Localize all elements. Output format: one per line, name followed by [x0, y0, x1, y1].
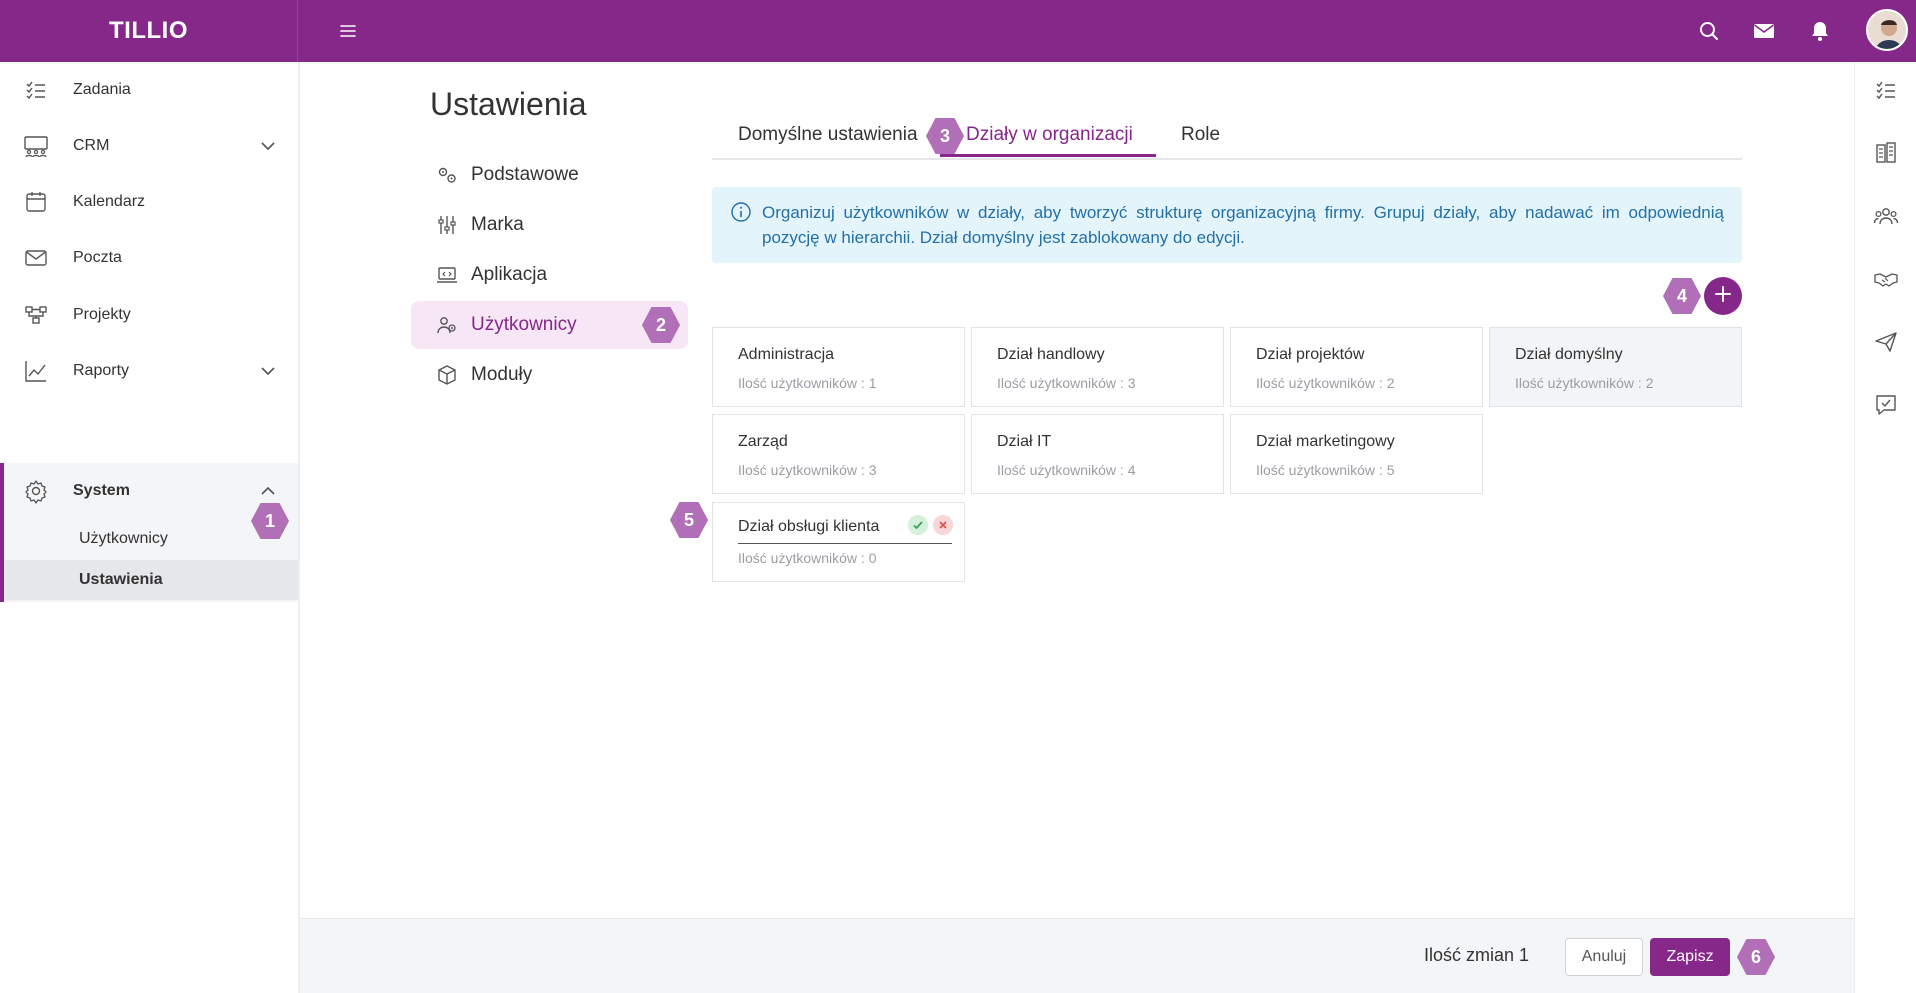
sidebar-item-kalendarz[interactable]: Kalendarz: [0, 174, 298, 230]
close-icon[interactable]: [933, 515, 953, 535]
step-badge: 5: [670, 502, 708, 538]
menu-icon[interactable]: [336, 19, 360, 43]
sidebar-subitem-label: Ustawienia: [79, 571, 163, 588]
sidebar-item-label: Poczta: [73, 249, 122, 266]
department-name: Dział projektów: [1256, 346, 1365, 363]
department-user-count: Ilość użytkowników : 2: [1515, 375, 1654, 391]
top-bar: TILLIO: [0, 0, 1916, 62]
cube-icon: [435, 363, 459, 387]
tab-role[interactable]: Role: [1181, 124, 1220, 146]
settings-nav-marka[interactable]: Marka: [411, 201, 688, 249]
sidebar-subitem-ustawienia[interactable]: Ustawienia: [4, 560, 298, 600]
sidebar-item-label: CRM: [73, 137, 110, 154]
department-card[interactable]: Dział IT Ilość użytkowników : 4: [971, 414, 1224, 494]
info-alert: Organizuj użytkowników w działy, aby two…: [712, 187, 1742, 263]
department-name: Administracja: [738, 346, 835, 363]
bell-icon[interactable]: [1806, 17, 1834, 45]
sidebar-item-label: Zadania: [73, 81, 131, 98]
mail-icon: [23, 245, 49, 271]
department-user-count: Ilość użytkowników : 0: [738, 550, 877, 566]
department-card-default: Dział domyślny Ilość użytkowników : 2: [1489, 327, 1742, 407]
sidebar-item-label: Raporty: [73, 362, 130, 379]
tab-bar: Domyślne ustawienia Działy w organizacji…: [712, 112, 1742, 160]
confirm-icon[interactable]: [908, 515, 928, 535]
department-card-editing[interactable]: Dział obsługi klienta Ilość użytkowników…: [712, 502, 965, 582]
envelope-icon[interactable]: [1750, 17, 1778, 45]
sidebar-item-label: Kalendarz: [73, 193, 146, 210]
app-logo[interactable]: TILLIO: [0, 0, 298, 62]
department-name: Dział domyślny: [1515, 346, 1623, 363]
settings-nav-aplikacja[interactable]: Aplikacja: [411, 251, 688, 299]
info-icon: [730, 201, 752, 223]
users-icon[interactable]: [1873, 203, 1899, 229]
sidebar-item-projekty[interactable]: Projekty: [0, 287, 298, 343]
sidebar-item-zadania[interactable]: Zadania: [0, 62, 298, 118]
department-name: Dział IT: [997, 433, 1052, 450]
gears-icon: [435, 163, 459, 187]
department-user-count: Ilość użytkowników : 3: [738, 462, 877, 478]
tasks-icon: [23, 77, 49, 103]
tab-dzialy-w-organizacji[interactable]: Działy w organizacji: [966, 124, 1133, 146]
sidebar-item-system[interactable]: System: [0, 463, 298, 519]
plus-icon: [1713, 284, 1733, 309]
add-department-button[interactable]: [1704, 277, 1742, 315]
department-name: Dział handlowy: [997, 346, 1105, 363]
chat-check-icon[interactable]: [1873, 392, 1899, 418]
laptop-icon: [435, 263, 459, 287]
department-card[interactable]: Dział projektów Ilość użytkowników : 2: [1230, 327, 1483, 407]
step-badge: 4: [1663, 278, 1701, 314]
cancel-button[interactable]: Anuluj: [1565, 938, 1643, 976]
changes-count: Ilość zmian 1: [1424, 945, 1530, 965]
sidebar-group-system: System Użytkownicy Ustawienia: [0, 463, 298, 602]
department-name-input[interactable]: Dział obsługi klienta: [738, 518, 879, 536]
department-card[interactable]: Dział handlowy Ilość użytkowników : 3: [971, 327, 1224, 407]
sidebar-item-crm[interactable]: CRM: [0, 118, 298, 174]
department-user-count: Ilość użytkowników : 2: [1256, 375, 1395, 391]
send-icon[interactable]: [1873, 329, 1899, 355]
user-avatar[interactable]: [1866, 9, 1908, 51]
chart-line-icon: [23, 358, 49, 384]
chevron-down-icon[interactable]: [258, 361, 278, 381]
sidebar-item-raporty[interactable]: Raporty: [0, 343, 298, 399]
sliders-icon: [435, 213, 459, 237]
department-name: Zarząd: [738, 433, 788, 450]
department-user-count: Ilość użytkowników : 5: [1256, 462, 1395, 478]
department-user-count: Ilość użytkowników : 1: [738, 375, 877, 391]
gear-icon: [23, 478, 49, 504]
settings-nav-moduly[interactable]: Moduły: [411, 351, 688, 399]
department-card[interactable]: Zarząd Ilość użytkowników : 3: [712, 414, 965, 494]
settings-nav-label: Użytkownicy: [471, 314, 577, 335]
settings-nav-label: Marka: [471, 214, 524, 235]
users-icon: [435, 313, 459, 337]
department-user-count: Ilość użytkowników : 3: [997, 375, 1136, 391]
projects-icon: [23, 302, 49, 328]
chevron-down-icon[interactable]: [258, 136, 278, 156]
settings-nav-label: Moduły: [471, 364, 533, 385]
department-card[interactable]: Dział marketingowy Ilość użytkowników : …: [1230, 414, 1483, 494]
right-toolbar: [1854, 62, 1916, 993]
handshake-icon[interactable]: [1873, 266, 1899, 292]
settings-nav-label: Podstawowe: [471, 164, 579, 185]
page-title: Ustawienia: [430, 86, 587, 122]
active-tab-indicator: [940, 154, 1156, 157]
sidebar-item-label: Projekty: [73, 306, 131, 323]
settings-nav-label: Aplikacja: [471, 264, 548, 285]
building-icon[interactable]: [1873, 140, 1899, 166]
department-name: Dział marketingowy: [1256, 433, 1395, 450]
sidebar-item-poczta[interactable]: Poczta: [0, 230, 298, 286]
crm-icon: [23, 133, 49, 159]
input-underline: [738, 543, 952, 544]
sidebar-item-label: System: [73, 482, 130, 499]
department-user-count: Ilość użytkowników : 4: [997, 462, 1136, 478]
calendar-icon: [23, 189, 49, 215]
search-icon[interactable]: [1695, 17, 1723, 45]
department-card[interactable]: Administracja Ilość użytkowników : 1: [712, 327, 965, 407]
save-button[interactable]: Zapisz: [1650, 938, 1730, 976]
sidebar-subitem-label: Użytkownicy: [79, 530, 168, 547]
chevron-up-icon[interactable]: [258, 481, 278, 501]
tab-domyslne-ustawienia[interactable]: Domyślne ustawienia: [738, 124, 918, 146]
tasks-icon[interactable]: [1873, 77, 1899, 103]
info-text: Organizuj użytkowników w działy, aby two…: [762, 203, 1724, 247]
settings-nav-podstawowe[interactable]: Podstawowe: [411, 151, 688, 199]
